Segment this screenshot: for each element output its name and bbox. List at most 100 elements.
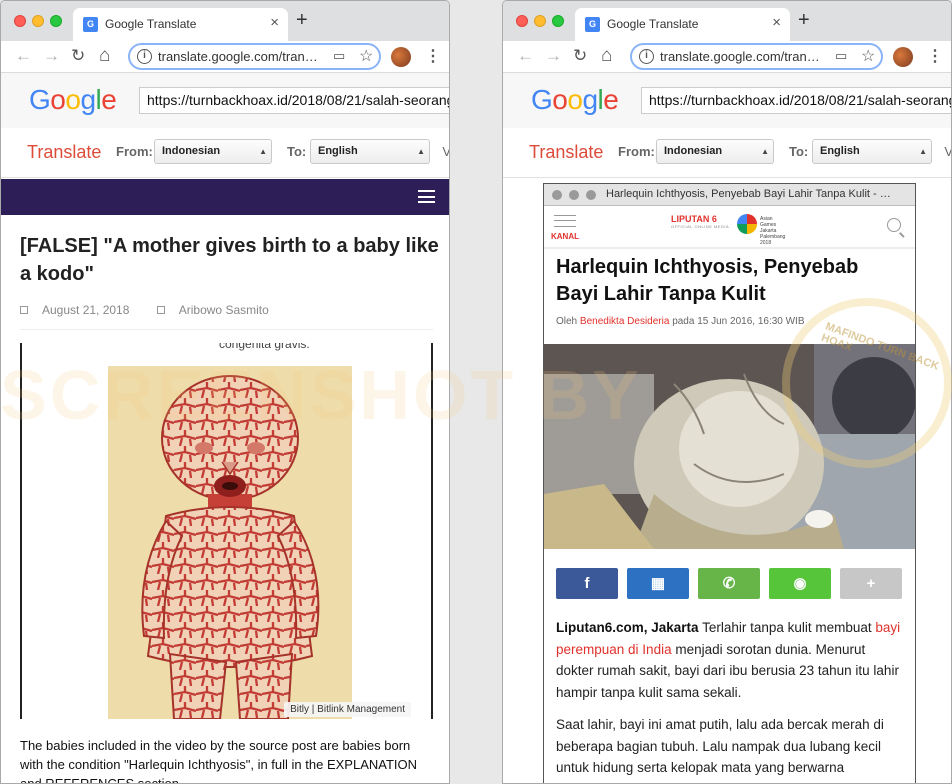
translate-label[interactable]: Translate — [529, 142, 603, 163]
translate-toolbar: Translate From: Indonesian ▲ To: English ▲… — [1, 128, 449, 178]
asian-games-logo: Asian Games Jakarta Palembang 2018 — [737, 213, 789, 246]
inner-window-title: Harlequin Ichthyosis, Penyebab Bayi Lahi… — [606, 188, 891, 200]
article-body: Liputan6.com, Jakarta Terlahir tanpa kul… — [556, 617, 906, 779]
share-line-button[interactable]: ◉ — [769, 568, 831, 599]
to-label: To: — [789, 144, 809, 159]
byline-date: pada 15 Jun 2016, 16:30 WIB — [672, 316, 805, 327]
bookmark-star-icon[interactable]: ☆ — [861, 46, 875, 66]
tab-close-icon[interactable]: × — [270, 14, 279, 31]
brand-name: LIPUTAN 6 — [671, 214, 717, 224]
image-credit[interactable]: Bitly | Bitlink Management — [284, 702, 411, 717]
article-body: The babies included in the video by the … — [20, 738, 418, 784]
bookmark-star-icon[interactable]: ☆ — [359, 46, 373, 66]
new-tab-button[interactable]: + — [798, 10, 810, 30]
translated-url-input[interactable]: https://turnbackhoax.id/2018/08/21/salah… — [139, 87, 449, 114]
share-facebook-button[interactable]: f — [556, 568, 618, 599]
facebook-icon: f — [584, 575, 590, 592]
forward-icon[interactable]: → — [545, 45, 562, 67]
asian-games-emblem-icon — [737, 214, 757, 234]
back-icon[interactable]: ← — [15, 45, 32, 67]
kanal-menu-icon[interactable] — [554, 215, 576, 227]
reload-icon[interactable]: ↻ — [71, 45, 85, 67]
profile-avatar[interactable] — [391, 47, 411, 67]
google-translate-header: Google https://turnbackhoax.id/2018/08/2… — [503, 73, 951, 128]
lead-dateline: Liputan6.com, Jakarta — [556, 620, 699, 635]
maximize-window-button[interactable] — [552, 15, 564, 27]
forward-icon[interactable]: → — [43, 45, 60, 67]
google-translate-header: Google https://turnbackhoax.id/2018/08/2… — [1, 73, 449, 128]
to-language-value: English — [820, 145, 860, 157]
close-window-button[interactable] — [14, 15, 26, 27]
tab-google-translate[interactable]: G Google Translate × — [73, 8, 288, 41]
cast-icon[interactable]: ▭ — [835, 48, 847, 64]
maximize-window-button[interactable] — [50, 15, 62, 27]
from-language-select[interactable]: Indonesian ▲ — [656, 139, 774, 164]
from-label: From: — [618, 144, 655, 159]
inner-maximize-dot — [586, 190, 596, 200]
share-more-button[interactable]: + — [840, 568, 902, 599]
browser-window-left: G Google Translate × + ← → ↻ ⌂ i transla… — [0, 0, 450, 784]
close-window-button[interactable] — [516, 15, 528, 27]
cast-icon[interactable]: ▭ — [333, 48, 345, 64]
tab-bar: G Google Translate × + — [503, 1, 951, 41]
article-author[interactable]: Aribowo Sasmito — [179, 303, 269, 317]
menu-icon[interactable]: ⋮ — [927, 46, 943, 66]
lead-text-1: Terlahir tanpa kulit membuat — [698, 620, 876, 635]
minimize-window-button[interactable] — [534, 15, 546, 27]
author-icon — [156, 306, 165, 314]
article-date: August 21, 2018 — [42, 303, 130, 317]
line-icon: ◉ — [793, 575, 807, 592]
tab-title: Google Translate — [105, 17, 197, 31]
info-icon[interactable]: i — [137, 49, 152, 64]
address-bar[interactable]: i translate.google.com/tran… ▭ ☆ — [128, 43, 381, 70]
tab-bar: G Google Translate × + — [1, 1, 449, 41]
tab-google-translate[interactable]: G Google Translate × — [575, 8, 790, 41]
new-tab-button[interactable]: + — [296, 10, 308, 30]
share-whatsapp-button[interactable]: ✆ — [698, 568, 760, 599]
inner-title-bar: Harlequin Ichthyosis, Penyebab Bayi Lahi… — [544, 184, 915, 206]
from-language-select[interactable]: Indonesian ▲ — [154, 139, 272, 164]
from-language-value: Indonesian — [664, 145, 723, 157]
info-icon[interactable]: i — [639, 49, 654, 64]
share-bbm-button[interactable]: ▦ — [627, 568, 689, 599]
select-arrows-icon: ▲ — [417, 147, 425, 156]
event-name: Asian Games Jakarta Palembang 2018 — [760, 216, 786, 246]
minimize-window-button[interactable] — [32, 15, 44, 27]
browser-toolbar: ← → ↻ ⌂ i translate.google.com/tran… ▭ ☆… — [1, 41, 449, 73]
view-label[interactable]: V — [442, 144, 449, 159]
profile-avatar[interactable] — [893, 47, 913, 67]
tab-close-icon[interactable]: × — [772, 14, 781, 31]
from-language-value: Indonesian — [162, 145, 221, 157]
to-language-select[interactable]: English ▲ — [310, 139, 430, 164]
to-language-select[interactable]: English ▲ — [812, 139, 932, 164]
address-bar[interactable]: i translate.google.com/tran… ▭ ☆ — [630, 43, 883, 70]
inner-minimize-dot — [569, 190, 579, 200]
liputan6-logo[interactable]: LIPUTAN 6 OFFICIAL ONLINE MEDIA — [671, 214, 729, 229]
illustration-plate — [108, 366, 352, 719]
calendar-icon — [20, 306, 28, 314]
reload-icon[interactable]: ↻ — [573, 45, 587, 67]
home-icon[interactable]: ⌂ — [601, 45, 612, 67]
second-paragraph: Saat lahir, bayi ini amat putih, lalu ad… — [556, 717, 884, 775]
tab-title: Google Translate — [607, 17, 699, 31]
search-icon[interactable] — [887, 218, 901, 232]
inner-close-dot — [552, 190, 562, 200]
select-arrows-icon: ▲ — [259, 147, 267, 156]
google-logo[interactable]: Google — [531, 84, 619, 116]
byline-author[interactable]: Benedikta Desideria — [580, 316, 670, 327]
newborn-photo — [544, 344, 915, 549]
article-title: [FALSE] "A mother gives birth to a baby … — [20, 235, 439, 285]
translate-toolbar: Translate From: Indonesian ▲ To: English ▲… — [503, 128, 951, 178]
back-icon[interactable]: ← — [517, 45, 534, 67]
translated-url-input[interactable]: https://turnbackhoax.id/2018/08/21/salah… — [641, 87, 951, 114]
hamburger-menu-icon[interactable] — [418, 190, 435, 203]
browser-window-right: G Google Translate × + ← → ↻ ⌂ i transla… — [502, 0, 952, 784]
bbm-icon: ▦ — [650, 575, 666, 592]
view-label[interactable]: V — [944, 144, 951, 159]
menu-icon[interactable]: ⋮ — [425, 46, 441, 66]
home-icon[interactable]: ⌂ — [99, 45, 110, 67]
kanal-label[interactable]: KANAL — [551, 232, 579, 241]
google-logo[interactable]: Google — [29, 84, 117, 116]
translate-label[interactable]: Translate — [27, 142, 101, 163]
to-label: To: — [287, 144, 307, 159]
